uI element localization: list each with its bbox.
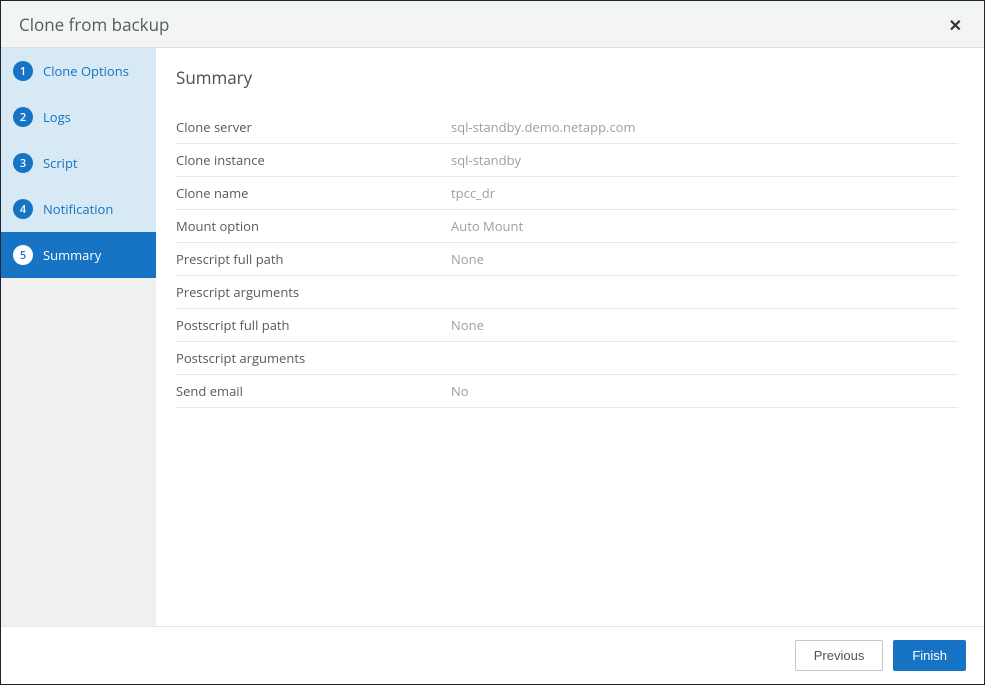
summary-label: Clone name [176, 184, 451, 202]
dialog-title: Clone from backup [19, 13, 169, 36]
summary-value: None [451, 250, 958, 268]
summary-label: Prescript full path [176, 250, 451, 268]
step-label: Script [43, 154, 78, 172]
step-number: 1 [13, 61, 33, 81]
summary-value [451, 283, 958, 301]
summary-row-clone-instance: Clone instance sql-standby [176, 144, 958, 177]
summary-label: Clone instance [176, 151, 451, 169]
dialog-body: 1 Clone Options 2 Logs 3 Script 4 Notifi… [1, 48, 984, 626]
step-logs[interactable]: 2 Logs [1, 94, 156, 140]
step-number: 3 [13, 153, 33, 173]
main-content: Summary Clone server sql-standby.demo.ne… [156, 48, 984, 626]
step-label: Logs [43, 108, 71, 126]
step-label: Notification [43, 200, 113, 218]
dialog-header: Clone from backup ✕ [1, 1, 984, 48]
summary-value: Auto Mount [451, 217, 958, 235]
summary-label: Clone server [176, 118, 451, 136]
close-icon[interactable]: ✕ [945, 14, 966, 36]
step-summary[interactable]: 5 Summary [1, 232, 156, 278]
summary-label: Mount option [176, 217, 451, 235]
summary-row-prescript-args: Prescript arguments [176, 276, 958, 309]
step-number: 4 [13, 199, 33, 219]
summary-row-postscript-path: Postscript full path None [176, 309, 958, 342]
step-label: Clone Options [43, 62, 129, 80]
summary-row-clone-server: Clone server sql-standby.demo.netapp.com [176, 111, 958, 144]
summary-value: sql-standby [451, 151, 958, 169]
summary-value: No [451, 382, 958, 400]
summary-row-postscript-args: Postscript arguments [176, 342, 958, 375]
wizard-sidebar: 1 Clone Options 2 Logs 3 Script 4 Notifi… [1, 48, 156, 626]
finish-button[interactable]: Finish [893, 640, 966, 671]
summary-row-prescript-path: Prescript full path None [176, 243, 958, 276]
page-heading: Summary [176, 66, 958, 89]
summary-value: None [451, 316, 958, 334]
summary-value: tpcc_dr [451, 184, 958, 202]
step-label: Summary [43, 246, 101, 264]
step-script[interactable]: 3 Script [1, 140, 156, 186]
summary-label: Prescript arguments [176, 283, 451, 301]
step-number: 2 [13, 107, 33, 127]
summary-value: sql-standby.demo.netapp.com [451, 118, 958, 136]
dialog-footer: Previous Finish [1, 626, 984, 684]
summary-label: Postscript arguments [176, 349, 451, 367]
summary-value [451, 349, 958, 367]
summary-label: Postscript full path [176, 316, 451, 334]
previous-button[interactable]: Previous [795, 640, 884, 671]
step-number: 5 [13, 245, 33, 265]
dialog-clone-from-backup: Clone from backup ✕ 1 Clone Options 2 Lo… [0, 0, 985, 685]
summary-table: Clone server sql-standby.demo.netapp.com… [176, 111, 958, 408]
step-clone-options[interactable]: 1 Clone Options [1, 48, 156, 94]
summary-row-send-email: Send email No [176, 375, 958, 408]
summary-label: Send email [176, 382, 451, 400]
summary-row-clone-name: Clone name tpcc_dr [176, 177, 958, 210]
summary-row-mount-option: Mount option Auto Mount [176, 210, 958, 243]
step-notification[interactable]: 4 Notification [1, 186, 156, 232]
